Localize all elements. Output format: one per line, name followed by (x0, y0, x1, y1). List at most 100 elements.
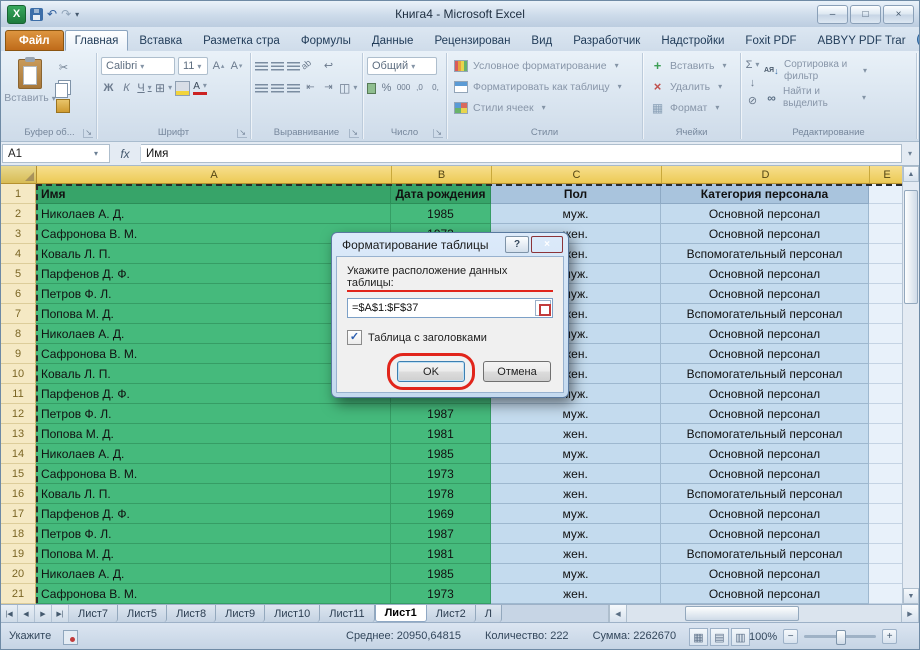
first-sheet-icon[interactable]: |◀ (1, 605, 18, 622)
horizontal-scrollbar[interactable]: ◀ ▶ (608, 605, 919, 622)
row-header-15[interactable]: 15 (1, 464, 36, 484)
cell-B21[interactable]: 1973 (391, 584, 491, 604)
align-right-icon[interactable] (287, 84, 300, 93)
minimize-button[interactable]: – (817, 5, 848, 24)
wrap-text-icon[interactable] (321, 58, 336, 74)
name-box[interactable]: A1 ▾ (2, 144, 110, 163)
cell-C20[interactable]: муж. (491, 564, 661, 584)
dialog-title-bar[interactable]: Форматирование таблицы ? × (336, 233, 564, 256)
scroll-up-icon[interactable]: ▲ (903, 166, 919, 182)
cell-B17[interactable]: 1969 (391, 504, 491, 524)
cell-E15[interactable] (869, 464, 904, 484)
bold-icon[interactable]: Ж (101, 80, 116, 96)
percent-format-icon[interactable]: % (379, 80, 394, 96)
grow-font-icon[interactable]: А▴ (211, 58, 226, 74)
cell-D18[interactable]: Основной персонал (661, 524, 869, 544)
cell-E16[interactable] (869, 484, 904, 504)
increase-decimal-icon[interactable]: ,0 (413, 80, 426, 96)
cell-D14[interactable]: Основной персонал (661, 444, 869, 464)
cell-E4[interactable] (869, 244, 904, 264)
cell-E7[interactable] (869, 304, 904, 324)
row-header-2[interactable]: 2 (1, 204, 36, 224)
cell-B18[interactable]: 1987 (391, 524, 491, 544)
vertical-scrollbar[interactable]: ▲ ▼ (902, 166, 919, 604)
cell-B20[interactable]: 1985 (391, 564, 491, 584)
cell-E13[interactable] (869, 424, 904, 444)
format-as-table-button[interactable]: Форматировать как таблицу (451, 76, 638, 97)
cell-C12[interactable]: муж. (491, 404, 661, 424)
paste-button[interactable]: Вставить (7, 55, 53, 113)
sheet-tab-Лист2[interactable]: Лист2 (427, 605, 476, 622)
cell-C13[interactable]: жен. (491, 424, 661, 444)
sheet-tab-Л[interactable]: Л (476, 605, 502, 622)
cell-A17[interactable]: Парфенов Д. Ф. (36, 504, 391, 524)
cell-C2[interactable]: муж. (491, 204, 661, 224)
cell-styles-button[interactable]: Стили ячеек (451, 97, 638, 118)
tab-Вставка[interactable]: Вставка (129, 30, 192, 51)
cell-D19[interactable]: Вспомогательный персонал (661, 544, 869, 564)
cut-icon[interactable] (56, 60, 71, 76)
tab-Формулы[interactable]: Формулы (291, 30, 361, 51)
scroll-down-icon[interactable]: ▼ (903, 588, 919, 604)
row-header-20[interactable]: 20 (1, 564, 36, 584)
orientation-icon[interactable]: ab (300, 55, 322, 77)
row-header-11[interactable]: 11 (1, 384, 36, 404)
redo-icon[interactable]: ↷ (61, 8, 71, 20)
cell-D9[interactable]: Основной персонал (661, 344, 869, 364)
italic-icon[interactable]: К (119, 80, 134, 96)
sheet-tab-Лист9[interactable]: Лист9 (216, 605, 265, 622)
normal-view-icon[interactable] (689, 628, 708, 646)
row-header-17[interactable]: 17 (1, 504, 36, 524)
save-icon[interactable] (30, 8, 43, 21)
column-header-A[interactable]: A (37, 166, 392, 183)
last-sheet-icon[interactable]: ▶| (52, 605, 69, 622)
find-select-button[interactable]: Найти и выделить (764, 86, 867, 109)
row-header-21[interactable]: 21 (1, 584, 36, 604)
cell-C21[interactable]: жен. (491, 584, 661, 604)
cell-B16[interactable]: 1978 (391, 484, 491, 504)
copy-icon[interactable] (58, 80, 71, 95)
cell-A20[interactable]: Николаев А. Д. (36, 564, 391, 584)
name-box-dropdown-icon[interactable]: ▾ (88, 149, 104, 158)
dialog-help-button[interactable]: ? (505, 236, 529, 253)
cell-C16[interactable]: жен. (491, 484, 661, 504)
cell-D10[interactable]: Вспомогательный персонал (661, 364, 869, 384)
vertical-scroll-track[interactable] (903, 182, 919, 588)
decrease-decimal-icon[interactable]: 0, (429, 80, 442, 96)
cell-C15[interactable]: жен. (491, 464, 661, 484)
fill-icon[interactable] (745, 75, 760, 91)
cell-D20[interactable]: Основной персонал (661, 564, 869, 584)
cell-A21[interactable]: Сафронова В. М. (36, 584, 391, 604)
macro-record-icon[interactable] (63, 630, 78, 645)
dialog-launcher-icon[interactable]: ↘ (433, 129, 443, 138)
row-header-9[interactable]: 9 (1, 344, 36, 364)
column-header-B[interactable]: B (392, 166, 492, 183)
currency-format-icon[interactable] (367, 83, 376, 94)
tab-Вид[interactable]: Вид (521, 30, 562, 51)
cell-A1[interactable]: Имя (36, 184, 391, 204)
row-header-14[interactable]: 14 (1, 444, 36, 464)
align-left-icon[interactable] (255, 84, 268, 93)
font-name-select[interactable]: Calibri (101, 57, 175, 75)
cell-D3[interactable]: Основной персонал (661, 224, 869, 244)
excel-logo-icon[interactable]: X (7, 5, 26, 24)
cell-D17[interactable]: Основной персонал (661, 504, 869, 524)
sheet-tab-Лист10[interactable]: Лист10 (265, 605, 320, 622)
row-header-4[interactable]: 4 (1, 244, 36, 264)
cell-D4[interactable]: Вспомогательный персонал (661, 244, 869, 264)
cell-D2[interactable]: Основной персонал (661, 204, 869, 224)
dialog-close-button[interactable]: × (531, 236, 563, 253)
cell-A15[interactable]: Сафронова В. М. (36, 464, 391, 484)
thousands-format-icon[interactable]: 000 (397, 80, 410, 96)
vertical-scroll-thumb[interactable] (904, 190, 918, 304)
zoom-in-icon[interactable] (882, 629, 897, 644)
sheet-tab-Лист7[interactable]: Лист7 (69, 605, 118, 622)
row-header-13[interactable]: 13 (1, 424, 36, 444)
row-header-6[interactable]: 6 (1, 284, 36, 304)
sheet-tab-Лист5[interactable]: Лист5 (118, 605, 167, 622)
cell-A19[interactable]: Попова М. Д. (36, 544, 391, 564)
row-header-7[interactable]: 7 (1, 304, 36, 324)
headers-checkbox-row[interactable]: ✓ Таблица с заголовками (347, 330, 553, 345)
sheet-tab-Лист1[interactable]: Лист1 (375, 605, 427, 622)
cell-B2[interactable]: 1985 (391, 204, 491, 224)
